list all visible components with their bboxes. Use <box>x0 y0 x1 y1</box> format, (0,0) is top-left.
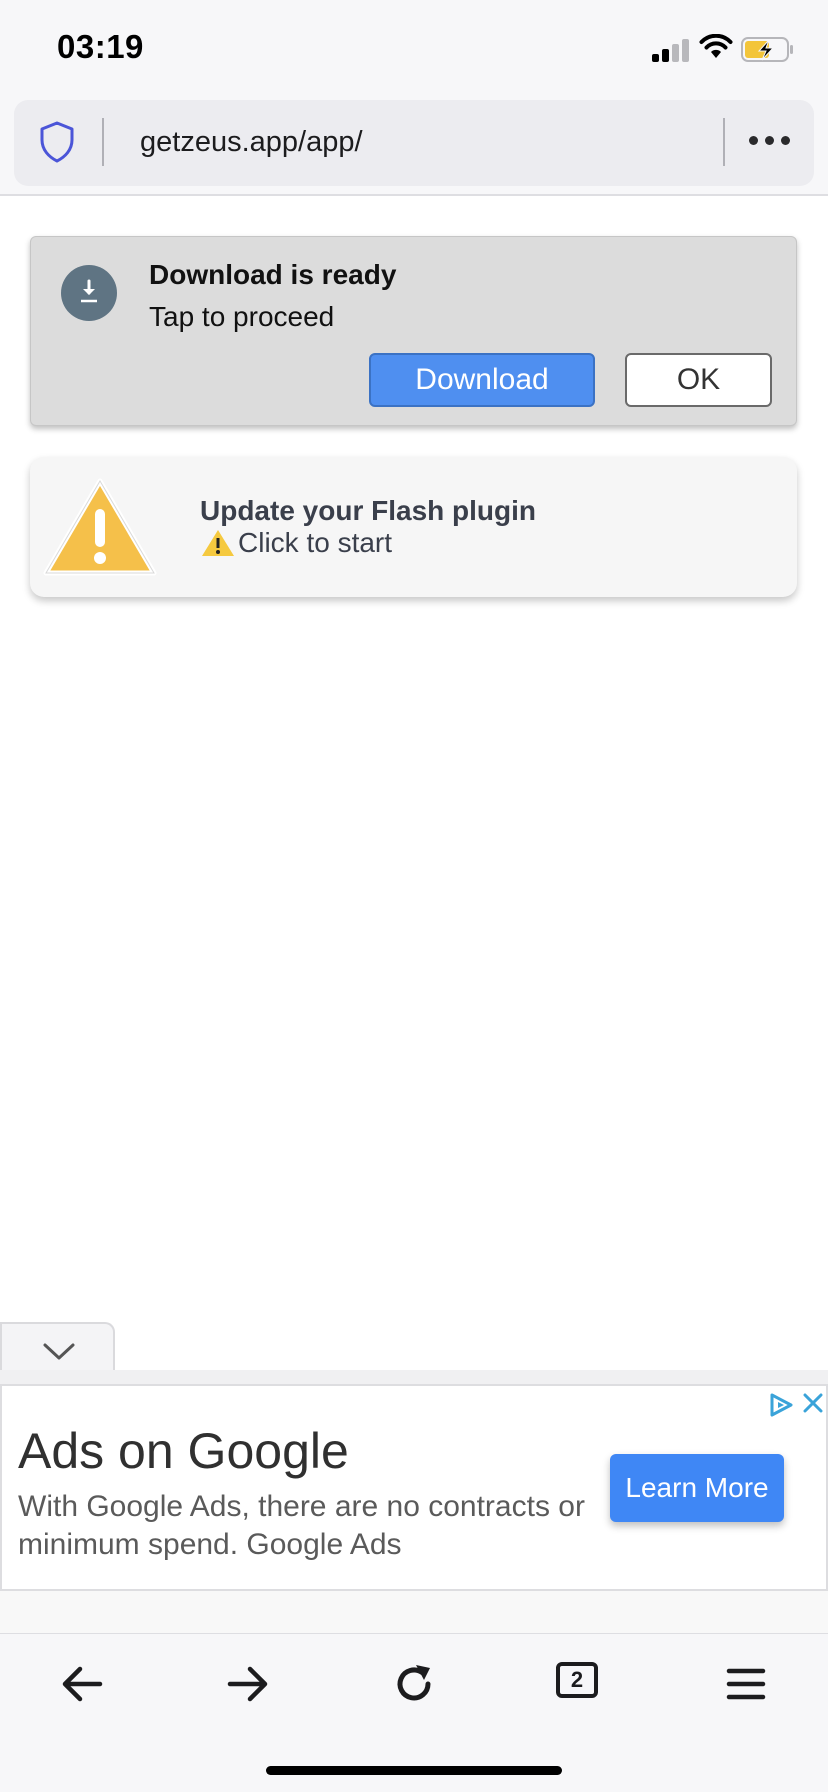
ad-collapse-tab[interactable] <box>0 1322 115 1374</box>
flash-subtitle-row: Click to start <box>200 527 392 559</box>
flash-title: Update your Flash plugin <box>200 495 537 526</box>
ad-divider <box>0 1370 828 1384</box>
status-bar: 03:19 <box>0 0 828 96</box>
ad-banner[interactable]: Ads on Google With Google Ads, there are… <box>0 1384 828 1591</box>
divider <box>102 118 104 166</box>
status-time: 03:19 <box>57 28 144 65</box>
wifi-icon <box>699 34 733 58</box>
ad-body: With Google Ads, there are no contracts … <box>18 1490 585 1561</box>
forward-arrow-icon <box>227 1666 268 1702</box>
download-button[interactable]: Download <box>369 353 595 407</box>
menu-button[interactable] <box>716 1656 776 1712</box>
reload-button[interactable] <box>384 1656 444 1712</box>
shield-icon[interactable] <box>38 120 76 164</box>
address-bar-container: getzeus.app/app/ <box>0 96 828 196</box>
cellular-signal-icon <box>652 38 690 62</box>
download-subtitle: Tap to proceed <box>149 301 335 332</box>
back-arrow-icon <box>62 1666 103 1702</box>
warning-emoji-icon <box>202 530 234 556</box>
back-button[interactable] <box>52 1656 112 1712</box>
ad-headline[interactable]: Ads on Google <box>18 1422 349 1480</box>
download-icon <box>61 265 117 321</box>
tabs-button[interactable]: 2 <box>552 1656 612 1712</box>
close-icon[interactable] <box>802 1392 824 1414</box>
url-text[interactable]: getzeus.app/app/ <box>140 126 363 159</box>
warning-icon <box>43 478 157 576</box>
chevron-down-icon <box>43 1343 75 1360</box>
download-title: Download is ready <box>149 259 397 290</box>
page-footer-space <box>0 1591 828 1633</box>
menu-icon <box>726 1668 766 1700</box>
learn-more-button[interactable]: Learn More <box>610 1454 784 1522</box>
divider <box>723 118 725 166</box>
address-bar[interactable]: getzeus.app/app/ <box>14 100 814 186</box>
tabs-icon: 2 <box>556 1662 598 1698</box>
adchoices-icon[interactable] <box>767 1392 795 1418</box>
flash-subtitle: Click to start <box>238 527 393 558</box>
forward-button[interactable] <box>218 1656 278 1712</box>
home-indicator <box>266 1766 562 1775</box>
reload-icon <box>397 1665 431 1701</box>
ok-button[interactable]: OK <box>625 353 772 407</box>
flash-update-card[interactable]: Update your Flash plugin Click to start <box>30 457 797 597</box>
more-options-icon[interactable] <box>749 136 799 150</box>
download-dialog: Download is ready Tap to proceed Downloa… <box>30 236 797 426</box>
battery-charging-icon <box>741 37 793 62</box>
